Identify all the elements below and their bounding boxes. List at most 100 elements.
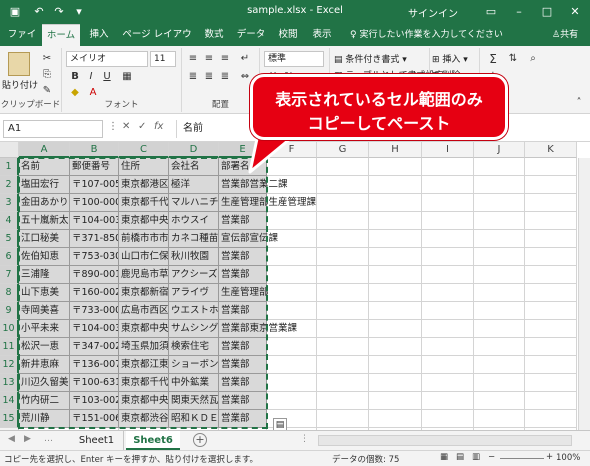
zoom-out-icon[interactable]: − [488,452,495,462]
insert-function-icon[interactable]: fx [154,121,163,132]
cell-a15[interactable]: 荒川静 [19,410,70,428]
close-icon[interactable]: ✕ [564,2,586,22]
cell-h13[interactable] [369,374,422,392]
cell-a11[interactable]: 松沢一恵 [19,338,70,356]
row-header[interactable]: 7 [0,266,19,284]
cell-j4[interactable] [474,212,525,230]
minimize-icon[interactable]: – [508,2,530,22]
cell-f1[interactable] [267,158,317,176]
cell-j15[interactable] [474,410,525,428]
cell-i1[interactable] [422,158,474,176]
row-header[interactable]: 3 [0,194,19,212]
vertical-scrollbar[interactable] [578,158,590,430]
column-header-d[interactable]: D [169,142,219,158]
share-button[interactable]: ♙共有 [552,24,578,46]
cell-a14[interactable]: 竹内研二 [19,392,70,410]
cell-j13[interactable] [474,374,525,392]
cell-b10[interactable]: 〒104-003 [70,320,119,338]
cell-b12[interactable]: 〒136-007 [70,356,119,374]
cell-h2[interactable] [369,176,422,194]
row-header[interactable]: 1 [0,158,19,176]
cell-e15[interactable]: 営業部 [219,410,267,428]
cell-d1[interactable]: 会社名 [169,158,219,176]
tab-data[interactable]: データ [234,24,268,46]
sheet-tab-sheet1[interactable]: Sheet1 [70,431,124,450]
cell-h6[interactable] [369,248,422,266]
cell-c12[interactable]: 東京都江東 [119,356,169,374]
cell-e7[interactable]: 営業部 [219,266,267,284]
cell-g5[interactable] [317,230,369,248]
cell-a12[interactable]: 新井恵麻 [19,356,70,374]
maximize-icon[interactable]: □ [536,2,558,22]
bold-icon[interactable]: B [68,70,82,84]
column-header-g[interactable]: G [317,142,369,158]
cell-d8[interactable]: アライヴ [169,284,219,302]
cell-i10[interactable] [422,320,474,338]
cell-k12[interactable] [525,356,577,374]
cell-j5[interactable] [474,230,525,248]
cell-i4[interactable] [422,212,474,230]
conditional-format-button[interactable]: ▤ 条件付き書式 ▾ [334,52,407,65]
cell-f14[interactable] [267,392,317,410]
cell-c4[interactable]: 東京都中央 [119,212,169,230]
cell-e3[interactable]: 生産管理部生産管理課 [219,194,316,212]
tab-view[interactable]: 表示 [308,24,336,46]
align-right-icon[interactable]: ≣ [218,70,232,84]
merge-icon[interactable]: ⇔ [238,70,252,84]
tab-insert[interactable]: 挿入 [84,24,114,46]
cell-g11[interactable] [317,338,369,356]
next-sheet-icon[interactable]: ▶ [24,434,31,444]
cell-g2[interactable] [317,176,369,194]
cell-b11[interactable]: 〒347-002 [70,338,119,356]
select-all-corner[interactable] [0,142,19,158]
column-header-c[interactable]: C [119,142,169,158]
cell-a4[interactable]: 五十嵐新太 [19,212,70,230]
cell-a1[interactable]: 名前 [19,158,70,176]
cell-a2[interactable]: 塩田宏行 [19,176,70,194]
horizontal-scrollbar[interactable] [318,435,572,446]
cell-e5[interactable]: 宣伝部宣伝課 [219,230,278,248]
cell-d6[interactable]: 秋川牧園 [169,248,219,266]
cell-e9[interactable]: 営業部 [219,302,267,320]
cell-g15[interactable] [317,410,369,428]
cell-j11[interactable] [474,338,525,356]
cell-h15[interactable] [369,410,422,428]
cell-j14[interactable] [474,392,525,410]
cell-f6[interactable] [267,248,317,266]
row-header[interactable]: 9 [0,302,19,320]
zoom-level[interactable]: 100% [556,453,580,463]
cell-d15[interactable]: 昭和ＫＤＥ [169,410,219,428]
row-header[interactable]: 5 [0,230,19,248]
cell-g6[interactable] [317,248,369,266]
cell-c6[interactable]: 山口市仁保 [119,248,169,266]
column-header-e[interactable]: E [219,142,267,158]
row-header[interactable]: 13 [0,374,19,392]
font-size-field[interactable]: 11 [150,51,176,67]
cell-g14[interactable] [317,392,369,410]
align-left-icon[interactable]: ≣ [186,70,200,84]
cell-d14[interactable]: 関東天然瓦 [169,392,219,410]
cell-i14[interactable] [422,392,474,410]
find-icon[interactable]: ⌕ [526,52,540,66]
cancel-icon[interactable]: ✕ [122,121,130,132]
cell-g1[interactable] [317,158,369,176]
cell-i2[interactable] [422,176,474,194]
sheet-tab-sheet6[interactable]: Sheet6 [126,431,180,450]
cell-b1[interactable]: 郵便番号 [70,158,119,176]
cell-k4[interactable] [525,212,577,230]
enter-icon[interactable]: ✓ [138,121,146,132]
cell-e14[interactable]: 営業部 [219,392,267,410]
prev-sheet-icon[interactable]: ◀ [8,434,15,444]
cell-b13[interactable]: 〒100-631 [70,374,119,392]
cell-c5[interactable]: 前橋市市市 [119,230,169,248]
row-header[interactable]: 2 [0,176,19,194]
cell-e8[interactable]: 生産管理部 [219,284,269,302]
collapse-ribbon-icon[interactable]: ˄ [572,96,586,110]
cell-k6[interactable] [525,248,577,266]
cell-f8[interactable] [267,284,317,302]
cell-d13[interactable]: 中外鉱業 [169,374,219,392]
column-header-a[interactable]: A [19,142,70,158]
signin-link[interactable]: サインイン [408,5,458,20]
ribbon-options-icon[interactable]: ▭ [480,2,502,22]
cell-a9[interactable]: 寺岡美喜 [19,302,70,320]
